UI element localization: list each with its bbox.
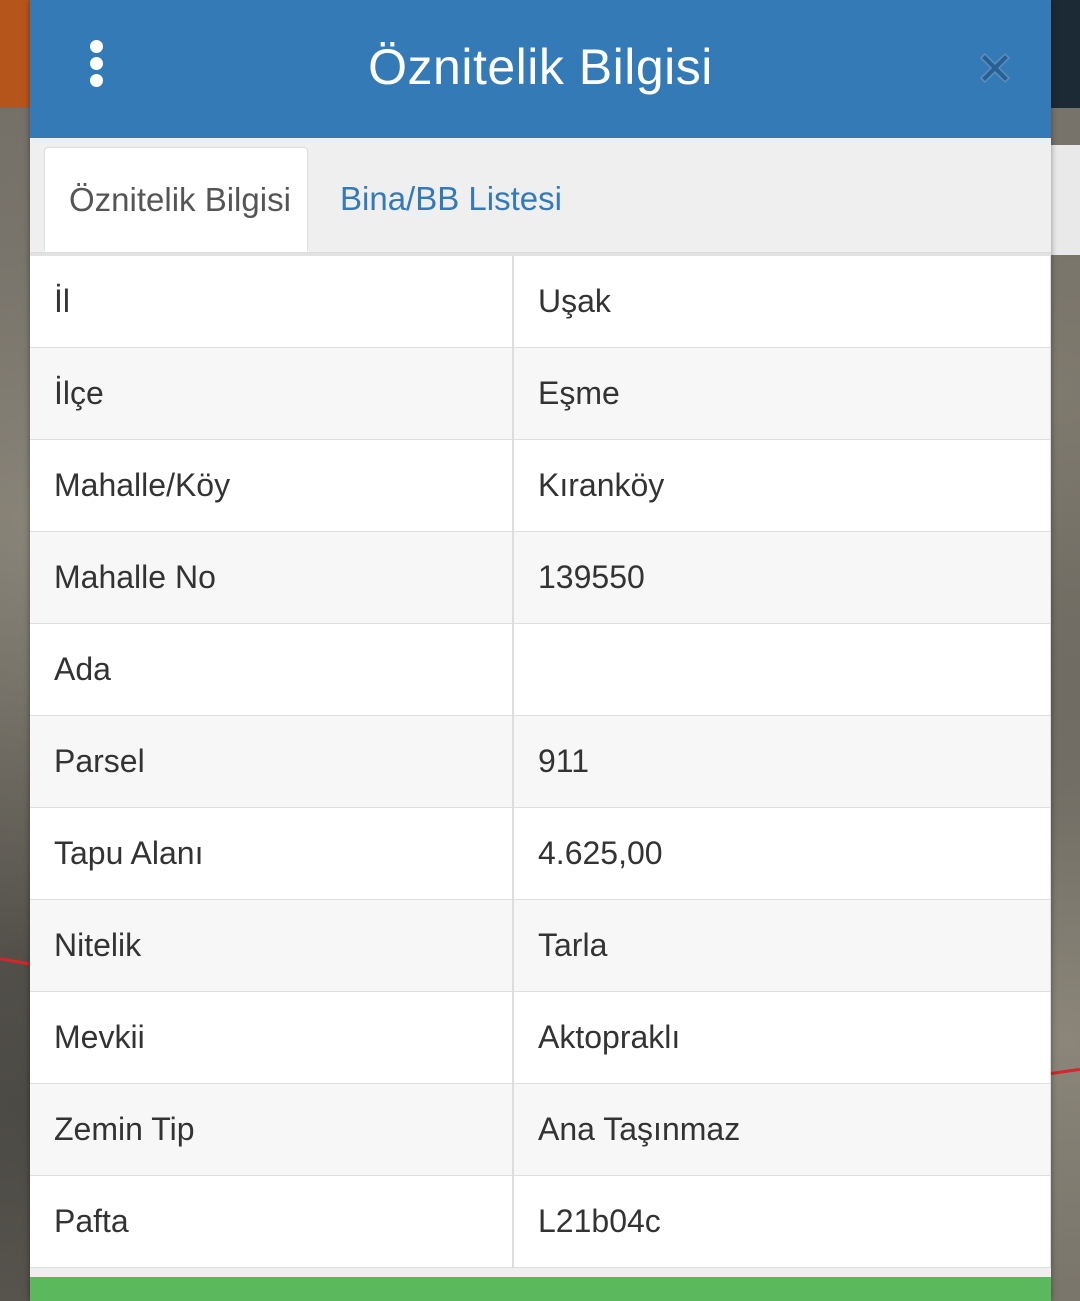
- table-row: Parsel 911: [30, 716, 1051, 808]
- tab-attribute-info[interactable]: Öznitelik Bilgisi: [44, 147, 308, 252]
- attribute-info-dialog: Öznitelik Bilgisi Öznitelik Bilgisi Bina…: [30, 0, 1051, 1301]
- dialog-header: Öznitelik Bilgisi: [30, 0, 1051, 138]
- map-edge-strip: [1051, 145, 1080, 255]
- table-row: İlçe Eşme: [30, 348, 1051, 440]
- attribute-value: Aktopraklı: [514, 992, 1051, 1083]
- tab-building-list[interactable]: Bina/BB Listesi: [316, 147, 586, 252]
- attribute-key: Pafta: [30, 1176, 514, 1267]
- tab-bar: Öznitelik Bilgisi Bina/BB Listesi: [30, 138, 1051, 253]
- attribute-value: [514, 624, 1051, 715]
- close-icon[interactable]: [975, 48, 1015, 88]
- attribute-value: 911: [514, 716, 1051, 807]
- attribute-table: İl Uşak İlçe Eşme Mahalle/Köy Kıranköy M…: [30, 253, 1051, 1268]
- table-row: Nitelik Tarla: [30, 900, 1051, 992]
- table-row: Pafta L21b04c: [30, 1176, 1051, 1268]
- attribute-value: Ana Taşınmaz: [514, 1084, 1051, 1175]
- attribute-key: Mevkii: [30, 992, 514, 1083]
- attribute-key: Ada: [30, 624, 514, 715]
- table-row: Mahalle No 139550: [30, 532, 1051, 624]
- table-row: Mevkii Aktopraklı: [30, 992, 1051, 1084]
- attribute-key: İl: [30, 256, 514, 347]
- attribute-value: Tarla: [514, 900, 1051, 991]
- table-row: Zemin Tip Ana Taşınmaz: [30, 1084, 1051, 1176]
- attribute-key: Zemin Tip: [30, 1084, 514, 1175]
- attribute-value: 139550: [514, 532, 1051, 623]
- attribute-key: Parsel: [30, 716, 514, 807]
- attribute-value: Kıranköy: [514, 440, 1051, 531]
- table-row: İl Uşak: [30, 256, 1051, 348]
- attribute-key: İlçe: [30, 348, 514, 439]
- attribute-key: Nitelik: [30, 900, 514, 991]
- attribute-key: Tapu Alanı: [30, 808, 514, 899]
- attribute-key: Mahalle No: [30, 532, 514, 623]
- table-row: Tapu Alanı 4.625,00: [30, 808, 1051, 900]
- attribute-value: L21b04c: [514, 1176, 1051, 1267]
- table-row: Ada: [30, 624, 1051, 716]
- attribute-value: Uşak: [514, 256, 1051, 347]
- attribute-value: 4.625,00: [514, 808, 1051, 899]
- table-row: Mahalle/Köy Kıranköy: [30, 440, 1051, 532]
- attribute-value: Eşme: [514, 348, 1051, 439]
- footer-action-bar[interactable]: [30, 1277, 1051, 1301]
- attribute-key: Mahalle/Köy: [30, 440, 514, 531]
- dialog-title: Öznitelik Bilgisi: [368, 39, 713, 95]
